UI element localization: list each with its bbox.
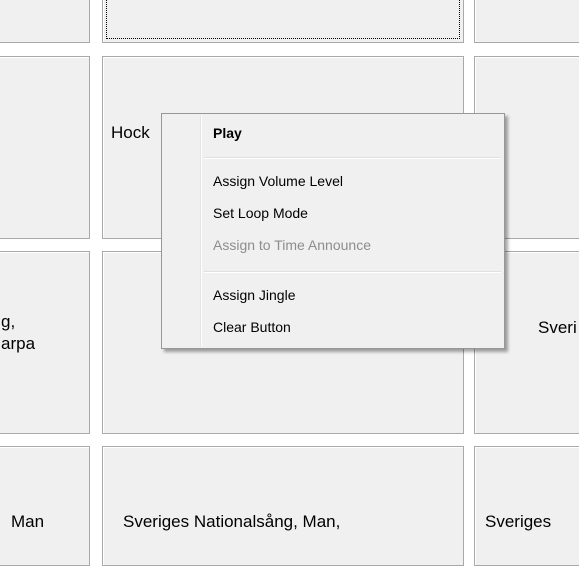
soundboard-button-label: Man <box>11 512 45 531</box>
menu-item-clear-button[interactable]: Clear Button <box>162 312 504 343</box>
soundboard-button-r0c3[interactable] <box>474 0 579 43</box>
soundboard-button-r0c1[interactable] <box>0 0 90 43</box>
soundboard-button-label: Sveriges <box>485 512 552 531</box>
menu-item-assign-volume-level[interactable]: Assign Volume Level <box>162 166 504 197</box>
soundboard-button-r1c1[interactable] <box>0 56 90 239</box>
soundboard-button-label: Sveriges Nationalsång, Man, <box>123 512 341 531</box>
soundboard-button-label: Hock <box>111 123 150 142</box>
menu-item-set-loop-mode[interactable]: Set Loop Mode <box>162 198 504 229</box>
soundboard-button-r3c2[interactable]: Sveriges Nationalsång, Man, <box>102 446 464 566</box>
menu-item-play[interactable]: Play <box>162 118 504 149</box>
soundboard-button-label: Sveri <box>538 318 577 337</box>
menu-item-assign-time-announce: Assign to Time Announce <box>213 237 371 253</box>
soundboard-button-r0c2[interactable] <box>102 0 464 43</box>
menu-separator <box>204 157 501 159</box>
menu-separator <box>204 271 501 273</box>
context-menu: Play Assign Volume Level Set Loop Mode A… <box>161 113 505 349</box>
menu-item-assign-jingle[interactable]: Assign Jingle <box>162 280 504 311</box>
soundboard-button-label: g, <box>1 312 16 331</box>
soundboard-button-label: arpa <box>1 334 36 353</box>
soundboard-button-r3c3[interactable]: Sveriges <box>474 446 579 566</box>
soundboard-button-r3c1[interactable]: Man <box>0 446 90 566</box>
soundboard-button-r2c1[interactable]: g, arpa <box>0 251 90 434</box>
